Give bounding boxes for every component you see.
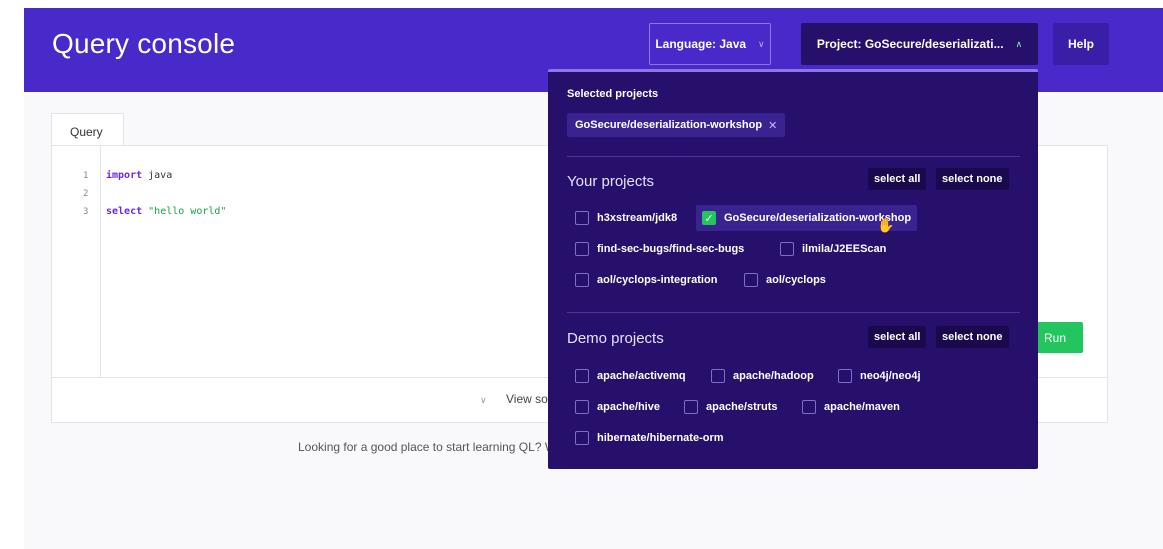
code-string: "hello world" <box>148 206 227 217</box>
checkbox[interactable] <box>575 211 589 225</box>
demo-projects-heading: Demo projects <box>567 330 664 347</box>
project-option-apache-struts[interactable]: apache/struts <box>678 394 784 420</box>
line-number: 1 <box>83 171 89 181</box>
option-label: apache/struts <box>706 401 778 413</box>
project-option-hibernate-orm[interactable]: hibernate/hibernate-orm <box>569 425 730 451</box>
line-number: 2 <box>83 189 89 199</box>
checkbox[interactable] <box>575 242 589 256</box>
line-number: 3 <box>83 207 89 217</box>
option-label: hibernate/hibernate-orm <box>597 432 724 444</box>
demo-projects-select-all-button[interactable]: select all <box>868 326 927 348</box>
option-label: apache/hive <box>597 401 660 413</box>
your-projects-select-none-button[interactable]: select none <box>936 168 1009 190</box>
option-label: neo4j/neo4j <box>860 370 921 382</box>
code-keyword: import <box>106 170 143 181</box>
code-keyword: select <box>106 206 143 217</box>
project-option-apache-maven[interactable]: apache/maven <box>796 394 906 420</box>
language-button-label: Language: Java <box>655 37 747 51</box>
check-icon: ✓ <box>704 212 714 225</box>
option-label: aol/cyclops <box>766 274 826 286</box>
option-label: h3xstream/jdk8 <box>597 212 678 224</box>
your-projects-select-all-button[interactable]: select all <box>868 168 927 190</box>
divider <box>567 156 1020 157</box>
checkbox-checked[interactable]: ✓ <box>702 211 716 225</box>
project-option-aol-cyclops-integration[interactable]: aol/cyclops-integration <box>569 267 723 293</box>
checkbox[interactable] <box>684 400 698 414</box>
checkbox[interactable] <box>575 400 589 414</box>
chevron-up-icon: ∧ <box>1015 38 1023 49</box>
project-option-h3xstream-jdk8[interactable]: h3xstream/jdk8 <box>569 205 683 231</box>
page-title: Query console <box>52 28 236 59</box>
project-dropdown-panel: Selected projects GoSecure/deserializati… <box>548 69 1038 469</box>
checkbox[interactable] <box>711 369 725 383</box>
selected-projects-heading: Selected projects <box>567 88 659 100</box>
project-option-apache-hadoop[interactable]: apache/hadoop <box>705 363 820 389</box>
option-label: ilmila/J2EEScan <box>802 243 887 255</box>
chip-label: GoSecure/deserialization-workshop <box>575 119 763 131</box>
tab-query-label: Query <box>70 125 103 139</box>
project-option-apache-hive[interactable]: apache/hive <box>569 394 666 420</box>
project-button-label: Project: GoSecure/deserializati... <box>816 37 1004 51</box>
checkbox[interactable] <box>838 369 852 383</box>
checkbox[interactable] <box>802 400 816 414</box>
learning-text: Looking for a good place to start learni… <box>298 440 557 454</box>
hand-pointer-icon: ✋ <box>877 217 895 233</box>
project-option-aol-cyclops[interactable]: aol/cyclops <box>738 267 832 293</box>
project-option-ilmila-j2eescan[interactable]: ilmila/J2EEScan <box>774 236 892 262</box>
view-results-link[interactable]: View so <box>506 392 548 406</box>
language-dropdown-button[interactable]: Language: Java ∨ <box>649 23 771 65</box>
chevron-down-icon: ∨ <box>758 38 765 49</box>
your-projects-heading: Your projects <box>567 173 654 190</box>
selected-project-chip: GoSecure/deserialization-workshop ✕ <box>567 113 786 137</box>
help-button[interactable]: Help <box>1053 23 1109 65</box>
code-line: select "hello world" <box>106 206 226 217</box>
code-text: java <box>142 170 173 181</box>
line-gutter: 1 2 3 <box>52 146 101 377</box>
option-label: aol/cyclops-integration <box>597 274 718 286</box>
project-option-find-sec-bugs[interactable]: find-sec-bugs/find-sec-bugs <box>569 236 750 262</box>
option-label: apache/hadoop <box>733 370 814 382</box>
project-option-neo4j[interactable]: neo4j/neo4j <box>832 363 927 389</box>
checkbox[interactable] <box>780 242 794 256</box>
project-option-apache-activemq[interactable]: apache/activemq <box>569 363 692 389</box>
divider <box>567 312 1020 313</box>
option-label: find-sec-bugs/find-sec-bugs <box>597 243 745 255</box>
option-label: apache/maven <box>824 401 900 413</box>
project-dropdown-button[interactable]: Project: GoSecure/deserializati... ∧ <box>801 23 1038 65</box>
demo-projects-select-none-button[interactable]: select none <box>936 326 1009 348</box>
chevron-down-icon: ∨ <box>480 395 487 405</box>
option-label: apache/activemq <box>597 370 686 382</box>
checkbox[interactable] <box>744 273 758 287</box>
checkbox[interactable] <box>575 369 589 383</box>
checkbox[interactable] <box>575 273 589 287</box>
close-icon[interactable]: ✕ <box>768 119 777 132</box>
code-line: import java <box>106 170 172 181</box>
checkbox[interactable] <box>575 431 589 445</box>
